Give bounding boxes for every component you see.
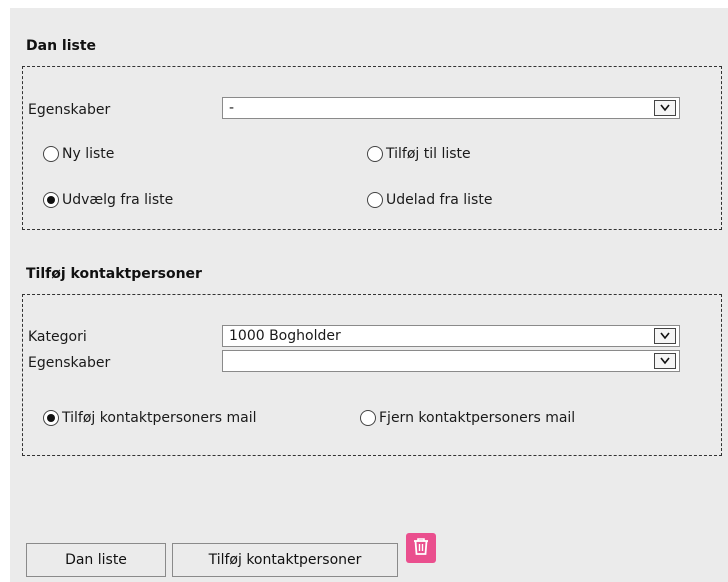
trash-icon [412,536,430,560]
radio-tilfoj-mail-circle[interactable] [43,410,59,426]
radio-fjern-mail[interactable]: Fjern kontaktpersoners mail [360,410,575,426]
radio-udelad-fra-liste-circle[interactable] [367,192,383,208]
radio-ny-liste-label: Ny liste [62,146,115,162]
section-title-tilfoj-kontaktpersoner: Tilføj kontaktpersoner [26,266,202,282]
radio-ny-liste[interactable]: Ny liste [43,146,114,162]
chevron-down-icon[interactable] [654,353,676,369]
radio-fjern-mail-label: Fjern kontaktpersoners mail [379,410,576,426]
kategori-label: Kategori [28,329,87,345]
dan-liste-button[interactable]: Dan liste [26,543,166,577]
egenskaber-label-2: Egenskaber [28,355,111,371]
egenskaber-select-2[interactable] [222,350,680,372]
chevron-down-icon[interactable] [654,100,676,116]
radio-tilfoj-mail-label: Tilføj kontaktpersoners mail [62,410,257,426]
radio-tilfoj-til-liste[interactable]: Tilføj til liste [367,146,471,162]
kategori-select[interactable]: 1000 Bogholder [222,325,680,347]
radio-tilfoj-mail[interactable]: Tilføj kontaktpersoners mail [43,410,257,426]
tilfoj-kontaktpersoner-fieldset [22,294,722,456]
radio-udvaelg-fra-liste[interactable]: Udvælg fra liste [43,192,173,208]
delete-button[interactable] [406,533,436,563]
tilfoj-kontaktpersoner-button[interactable]: Tilføj kontaktpersoner [172,543,398,577]
radio-udelad-fra-liste[interactable]: Udelad fra liste [367,192,492,208]
radio-udelad-fra-liste-label: Udelad fra liste [386,192,493,208]
radio-tilfoj-til-liste-circle[interactable] [367,146,383,162]
egenskaber-label: Egenskaber [28,102,111,118]
radio-tilfoj-til-liste-label: Tilføj til liste [386,146,471,162]
radio-fjern-mail-circle[interactable] [360,410,376,426]
section-title-dan-liste: Dan liste [26,38,97,54]
egenskaber-select[interactable]: - [222,97,680,119]
radio-ny-liste-circle[interactable] [43,146,59,162]
kategori-select-value: 1000 Bogholder [229,328,341,344]
egenskaber-select-value: - [229,100,235,116]
chevron-down-icon[interactable] [654,328,676,344]
radio-udvaelg-fra-liste-label: Udvælg fra liste [62,192,174,208]
radio-udvaelg-fra-liste-circle[interactable] [43,192,59,208]
